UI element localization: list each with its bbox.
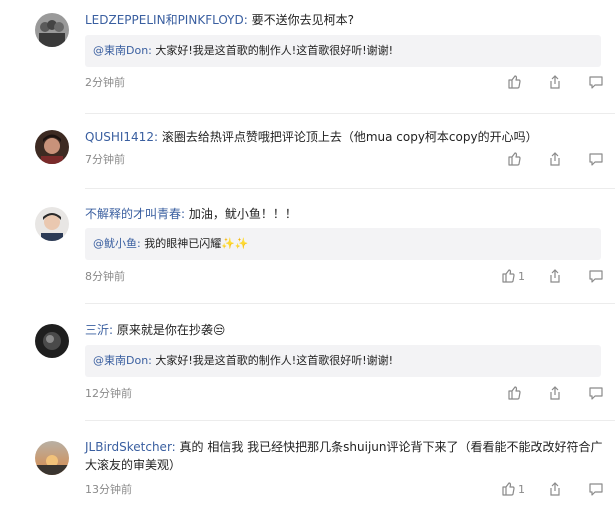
thumbs-up-icon[interactable] bbox=[500, 268, 516, 286]
comment-actions bbox=[500, 385, 605, 403]
avatar[interactable] bbox=[35, 130, 69, 164]
reply-username[interactable]: @東南Don bbox=[93, 354, 148, 367]
share-icon[interactable] bbox=[506, 151, 522, 169]
quoted-reply: @鱿小鱼: 我的眼神已闪耀✨✨ bbox=[85, 228, 601, 260]
timestamp: 2分钟前 bbox=[85, 76, 125, 89]
comment-actions: 1 bbox=[500, 481, 605, 499]
reply-username[interactable]: @東南Don bbox=[93, 44, 148, 57]
avatar[interactable] bbox=[35, 324, 69, 358]
quoted-reply: @東南Don: 大家好!我是这首歌的制作人!这首歌很好听!谢谢! bbox=[85, 35, 601, 67]
divider bbox=[85, 420, 615, 421]
like-count: 1 bbox=[518, 270, 525, 283]
reply-username[interactable]: @鱿小鱼 bbox=[93, 237, 137, 250]
username[interactable]: LEDZEPPELIN和PINKFLOYD bbox=[85, 13, 244, 27]
share-icon[interactable] bbox=[547, 151, 563, 169]
share-icon[interactable] bbox=[506, 74, 522, 92]
thumbs-up-icon[interactable] bbox=[506, 385, 522, 403]
share-icon[interactable] bbox=[547, 481, 563, 499]
reply-text: 大家好!我是这首歌的制作人!这首歌很好听!谢谢! bbox=[155, 354, 394, 367]
avatar[interactable] bbox=[35, 13, 69, 47]
timestamp: 8分钟前 bbox=[85, 270, 125, 283]
divider bbox=[85, 113, 615, 114]
divider bbox=[85, 303, 615, 304]
share-icon[interactable] bbox=[547, 385, 563, 403]
comment-line: 三沂: 原来就是你在抄袭😒 bbox=[85, 323, 226, 337]
comment-text: 原来就是你在抄袭😒 bbox=[116, 323, 226, 337]
username[interactable]: 三沂 bbox=[85, 323, 109, 337]
comment-line: QUSHI1412: 滚圈去给热评点赞哦把评论顶上去（他mua copy柯本co… bbox=[85, 130, 538, 144]
comment-text: 加油，鱿小鱼！！！ bbox=[188, 207, 297, 221]
comment-line: JLBirdSketcher: 真的 相信我 我已经快把那几条shuijun评论… bbox=[85, 440, 603, 472]
thumbs-up-icon[interactable] bbox=[500, 481, 516, 499]
timestamp: 7分钟前 bbox=[85, 153, 125, 166]
timestamp: 13分钟前 bbox=[85, 483, 132, 496]
comment-text: 要不送你去见柯本? bbox=[251, 13, 354, 27]
timestamp: 12分钟前 bbox=[85, 387, 132, 400]
avatar[interactable] bbox=[35, 207, 69, 241]
reply-text: 我的眼神已闪耀✨✨ bbox=[144, 237, 249, 250]
avatar[interactable] bbox=[35, 441, 69, 475]
share-icon[interactable] bbox=[547, 268, 563, 286]
comment-icon[interactable] bbox=[588, 385, 604, 403]
divider bbox=[85, 188, 615, 189]
username[interactable]: QUSHI1412 bbox=[85, 130, 154, 144]
share-icon[interactable] bbox=[547, 74, 563, 92]
username[interactable]: 不解释的才叫青春 bbox=[85, 207, 181, 221]
comment-line: LEDZEPPELIN和PINKFLOYD: 要不送你去见柯本? bbox=[85, 13, 354, 27]
comment-icon[interactable] bbox=[588, 481, 604, 499]
comment-line: 不解释的才叫青春: 加油，鱿小鱼！！！ bbox=[85, 207, 297, 221]
comment-actions: 1 bbox=[500, 268, 605, 286]
comment-icon[interactable] bbox=[588, 268, 604, 286]
comment-icon[interactable] bbox=[588, 151, 604, 169]
like-count: 1 bbox=[518, 483, 525, 496]
comment-icon[interactable] bbox=[588, 74, 604, 92]
comment-actions bbox=[500, 74, 605, 92]
comment-text: 滚圈去给热评点赞哦把评论顶上去（他mua copy柯本copy的开心吗） bbox=[161, 130, 538, 144]
comment-actions bbox=[500, 151, 605, 169]
reply-text: 大家好!我是这首歌的制作人!这首歌很好听!谢谢! bbox=[155, 44, 394, 57]
username[interactable]: JLBirdSketcher bbox=[85, 440, 172, 454]
quoted-reply: @東南Don: 大家好!我是这首歌的制作人!这首歌很好听!谢谢! bbox=[85, 345, 601, 377]
